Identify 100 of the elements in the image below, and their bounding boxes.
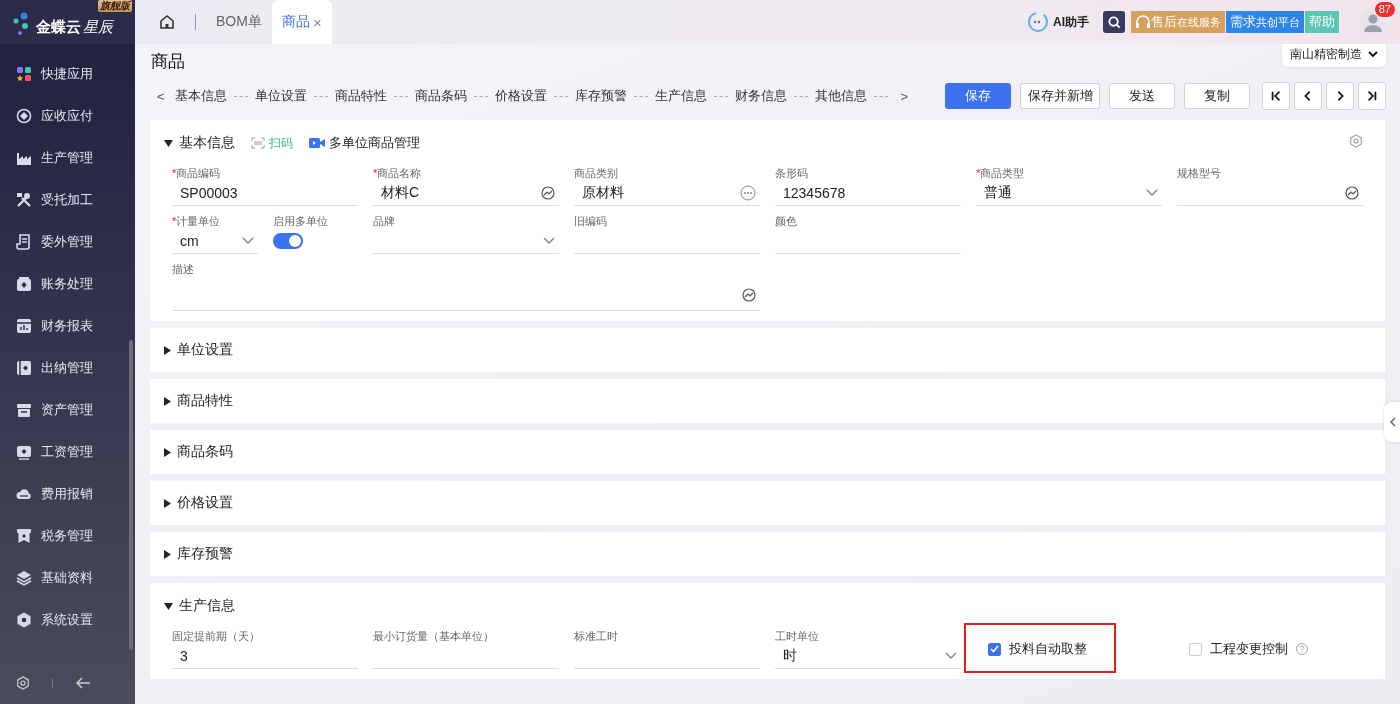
- link-button[interactable]: 需求共创平台: [1226, 11, 1304, 33]
- cycle-icon: [16, 108, 32, 124]
- hexagon-icon: [16, 612, 32, 628]
- expand-triangle-icon[interactable]: [164, 498, 171, 508]
- sidebar-item[interactable]: 应收应付: [0, 95, 135, 137]
- sidebar-item[interactable]: 财务报表: [0, 305, 135, 347]
- pager-button[interactable]: [1294, 82, 1322, 110]
- chevron-down-icon: [1146, 189, 1158, 197]
- field-label: 标准工时: [574, 629, 619, 644]
- anchor-link[interactable]: 生产信息: [654, 87, 707, 105]
- section-title: 商品条码: [177, 443, 233, 461]
- factory-icon: [16, 150, 32, 166]
- lookup-field[interactable]: 原材料: [574, 181, 760, 206]
- section-header[interactable]: 生产信息: [150, 583, 1385, 629]
- pager-button[interactable]: [1358, 82, 1386, 110]
- chevron-down-icon: [945, 652, 957, 660]
- sidebar-item[interactable]: 出纳管理: [0, 347, 135, 389]
- collapse-triangle-icon[interactable]: [164, 139, 173, 147]
- sidebar-item[interactable]: 受托加工: [0, 179, 135, 221]
- section-header[interactable]: 商品特性: [150, 379, 1385, 423]
- dropdown-field[interactable]: 普通: [976, 181, 1162, 206]
- brand-name: 金蝶云星辰: [36, 18, 113, 36]
- scrollbar[interactable]: [129, 340, 133, 650]
- sidebar-item[interactable]: 费用报销: [0, 473, 135, 515]
- field-label: 颜色: [775, 214, 798, 229]
- field-label: *商品类型: [976, 166, 1026, 181]
- organization-selector[interactable]: 南山精密制造: [1282, 44, 1386, 67]
- section-header[interactable]: 商品条码: [150, 430, 1385, 474]
- collapse-handle[interactable]: [1384, 402, 1400, 442]
- text-field[interactable]: SP00003: [172, 181, 358, 206]
- dropdown-field[interactable]: cm: [172, 229, 258, 254]
- checkbox-option[interactable]: 工程变更控制: [1177, 629, 1363, 669]
- collapse-triangle-icon[interactable]: [164, 602, 173, 610]
- back-arrow-icon[interactable]: [75, 677, 91, 689]
- headset-icon: [1135, 14, 1151, 30]
- sidebar-item[interactable]: 基础资料: [0, 557, 135, 599]
- search-button[interactable]: [1103, 11, 1125, 33]
- pager-button[interactable]: [1326, 82, 1354, 110]
- section-header[interactable]: 库存预警: [150, 532, 1385, 576]
- cloud-icon: [16, 486, 32, 502]
- text-field[interactable]: 3: [172, 644, 358, 669]
- field-label: 条形码: [775, 166, 809, 181]
- expand-triangle-icon[interactable]: [164, 396, 171, 406]
- field-label: 品牌: [373, 214, 396, 229]
- previous-anchor-arrow[interactable]: <: [151, 88, 175, 104]
- anchor-link[interactable]: 商品特性: [334, 87, 387, 105]
- expand-triangle-icon[interactable]: [164, 549, 171, 559]
- checkbox-option[interactable]: 投料自动取整: [976, 629, 1162, 669]
- section-header[interactable]: 基本信息 扫码 多单位商品管理: [150, 120, 1385, 166]
- sidebar-item[interactable]: 生产管理: [0, 137, 135, 179]
- anchor-link[interactable]: 其他信息: [814, 87, 867, 105]
- pager-button[interactable]: [1262, 82, 1290, 110]
- anchor-link[interactable]: 库存预警: [574, 87, 627, 105]
- translate-icon[interactable]: [742, 288, 756, 302]
- tab[interactable]: 商品 ×: [271, 0, 332, 44]
- checkbox[interactable]: [988, 642, 1001, 656]
- page-title: 商品: [151, 51, 185, 73]
- document-icon: [16, 234, 32, 250]
- field-label: *商品编码: [172, 166, 222, 181]
- expand-triangle-icon[interactable]: [164, 447, 171, 457]
- apps-icon: [16, 66, 32, 82]
- link[interactable]: 多单位商品管理: [309, 134, 420, 152]
- section-title: 价格设置: [177, 494, 233, 512]
- section-header[interactable]: 价格设置: [150, 481, 1385, 525]
- anchor-link[interactable]: 价格设置: [494, 87, 547, 105]
- tab[interactable]: BOM单: [206, 0, 272, 44]
- translate-icon[interactable]: [1345, 186, 1359, 200]
- translate-icon[interactable]: [541, 186, 555, 200]
- text-field[interactable]: 材料C: [373, 181, 559, 206]
- settings-icon[interactable]: [16, 676, 30, 690]
- anchor-link[interactable]: 单位设置: [254, 87, 307, 105]
- text-field[interactable]: 12345678: [775, 181, 961, 206]
- action-button[interactable]: 保存并新增: [1020, 83, 1100, 109]
- expand-triangle-icon[interactable]: [164, 345, 171, 355]
- anchor-link[interactable]: 基本信息: [174, 87, 227, 105]
- checkmark-icon: [990, 645, 999, 653]
- sidebar-item[interactable]: 工资管理: [0, 431, 135, 473]
- section-header[interactable]: 单位设置: [150, 328, 1385, 372]
- action-button[interactable]: 复制: [1184, 83, 1250, 109]
- dropdown-field[interactable]: 时: [775, 644, 961, 669]
- sidebar-item[interactable]: 快捷应用: [0, 53, 135, 95]
- sidebar-item[interactable]: 系统设置: [0, 599, 135, 641]
- sidebar-item[interactable]: 税务管理: [0, 515, 135, 557]
- settings-icon[interactable]: [1349, 134, 1363, 148]
- sidebar-item[interactable]: 委外管理: [0, 221, 135, 263]
- section-title: 生产信息: [179, 597, 235, 615]
- anchor-link[interactable]: 财务信息: [734, 87, 787, 105]
- toggle-switch[interactable]: [272, 233, 303, 249]
- sidebar-item[interactable]: 账务处理: [0, 263, 135, 305]
- anchor-link[interactable]: 商品条码: [414, 87, 467, 105]
- box-icon: [16, 276, 32, 292]
- primary-button[interactable]: 保存: [945, 83, 1011, 109]
- more-icon[interactable]: [740, 185, 756, 201]
- section-title: 基本信息: [179, 134, 235, 152]
- checkbox[interactable]: [1189, 642, 1202, 656]
- close-icon[interactable]: ×: [312, 13, 322, 31]
- sidebar-item[interactable]: 资产管理: [0, 389, 135, 431]
- next-anchor-arrow[interactable]: >: [894, 88, 919, 104]
- ai-assistant-button[interactable]: AI助手: [1027, 11, 1089, 33]
- action-button[interactable]: 发送: [1109, 83, 1175, 109]
